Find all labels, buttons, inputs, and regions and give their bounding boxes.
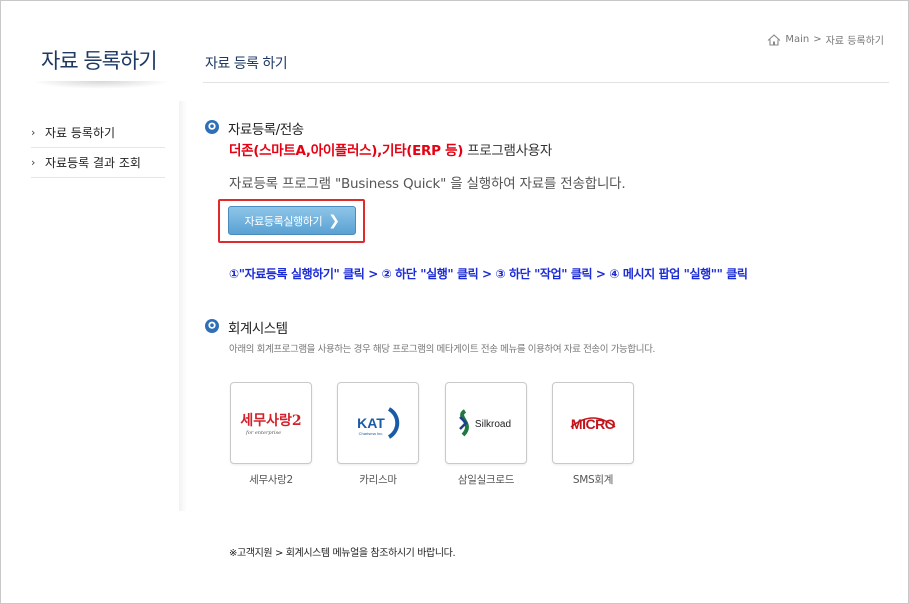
bullet-circle-icon [205,319,219,333]
target-users-line: 더존(스마트A,아이플러스),기타(ERP 등) 프로그램사용자 [229,139,552,159]
svg-text:for enterprise: for enterprise [245,430,281,436]
program-label: 삼일실크로드 [457,474,515,486]
chevron-right-icon: ❯ [328,212,340,229]
sidebar-menu: › 자료 등록하기 › 자료등록 결과 조회 [31,118,165,178]
chevron-right-icon: › [31,126,36,139]
program-silkroad[interactable]: Silkroad 삼일실크로드 [445,382,527,487]
sidebar-item-label: 자료 등록하기 [45,126,116,140]
accounting-description: 아래의 회계프로그램을 사용하는 경우 해당 프로그램의 메타게이트 전송 메뉴… [229,344,656,355]
sidebar-item-label: 자료등록 결과 조회 [45,156,141,170]
bullet-circle-icon [205,120,219,134]
section-title-upload: 자료등록/전송 [228,122,304,138]
header-divider [203,82,889,83]
target-users-suffix: 프로그램사용자 [467,143,552,159]
program-label: SMS회계 [572,474,614,486]
micro-logo-image: MICRO [570,416,616,432]
program-label: 카리스마 [359,474,397,486]
micro-logo: MICRO [552,382,634,464]
program-sms[interactable]: MICRO SMS회계 [552,382,634,487]
upload-steps: ①"자료등록 실행하기" 클릭 > ② 하단 "실행" 클릭 > ③ 하단 "작… [229,267,748,281]
sidebar-divider-shadow [179,101,187,511]
breadcrumb-separator: > [813,34,822,45]
svg-text:MICRO: MICRO [571,416,616,432]
silkroad-logo-image: Silkroad [459,409,511,437]
svg-text:세무사랑2: 세무사랑2 [240,413,301,429]
run-data-register-button[interactable]: 자료등록실행하기 ❯ [228,206,356,235]
silkroad-logo: Silkroad [445,382,527,464]
kat-logo-image: KAT Charisma Inc. [357,407,400,439]
section-title-accounting: 회계시스템 [228,321,288,337]
svg-text:Charisma Inc.: Charisma Inc. [359,431,384,436]
sidebar-item-register-result[interactable]: › 자료등록 결과 조회 [31,148,165,178]
sidebar-title: 자료 등록하기 [41,49,158,73]
svg-text:Silkroad: Silkroad [475,419,511,430]
upload-description: 자료등록 프로그램 "Business Quick" 을 실행하여 자료를 전송… [229,176,626,192]
page-frame: 자료 등록하기 › 자료 등록하기 › 자료등록 결과 조회 자료 등록 하기 … [0,0,909,604]
breadcrumb: Main > 자료 등록하기 [767,32,884,47]
semusarang-logo-image: 세무사랑2 for enterprise [240,413,301,436]
program-charisma[interactable]: KAT Charisma Inc. 카리스마 [337,382,419,487]
program-label: 세무사랑2 [249,474,293,486]
svg-text:KAT: KAT [357,415,385,431]
run-button-label: 자료등록실행하기 [244,214,323,228]
footnote: ※고객지원 > 회계시스템 메뉴얼을 참조하시기 바랍니다. [229,548,456,559]
semusarang-logo: 세무사랑2 for enterprise [230,382,312,464]
sidebar-item-data-register[interactable]: › 자료 등록하기 [31,118,165,148]
target-users-highlight: 더존(스마트A,아이플러스),기타(ERP 등) [229,143,464,159]
chevron-right-icon: › [31,156,36,169]
breadcrumb-current: 자료 등록하기 [825,36,884,47]
kat-logo: KAT Charisma Inc. [337,382,419,464]
home-icon[interactable] [767,33,781,46]
program-semusarang2[interactable]: 세무사랑2 for enterprise 세무사랑2 [230,382,312,487]
sidebar-title-shadow [31,81,171,89]
page-title: 자료 등록 하기 [205,56,288,72]
breadcrumb-home[interactable]: Main [785,34,809,45]
